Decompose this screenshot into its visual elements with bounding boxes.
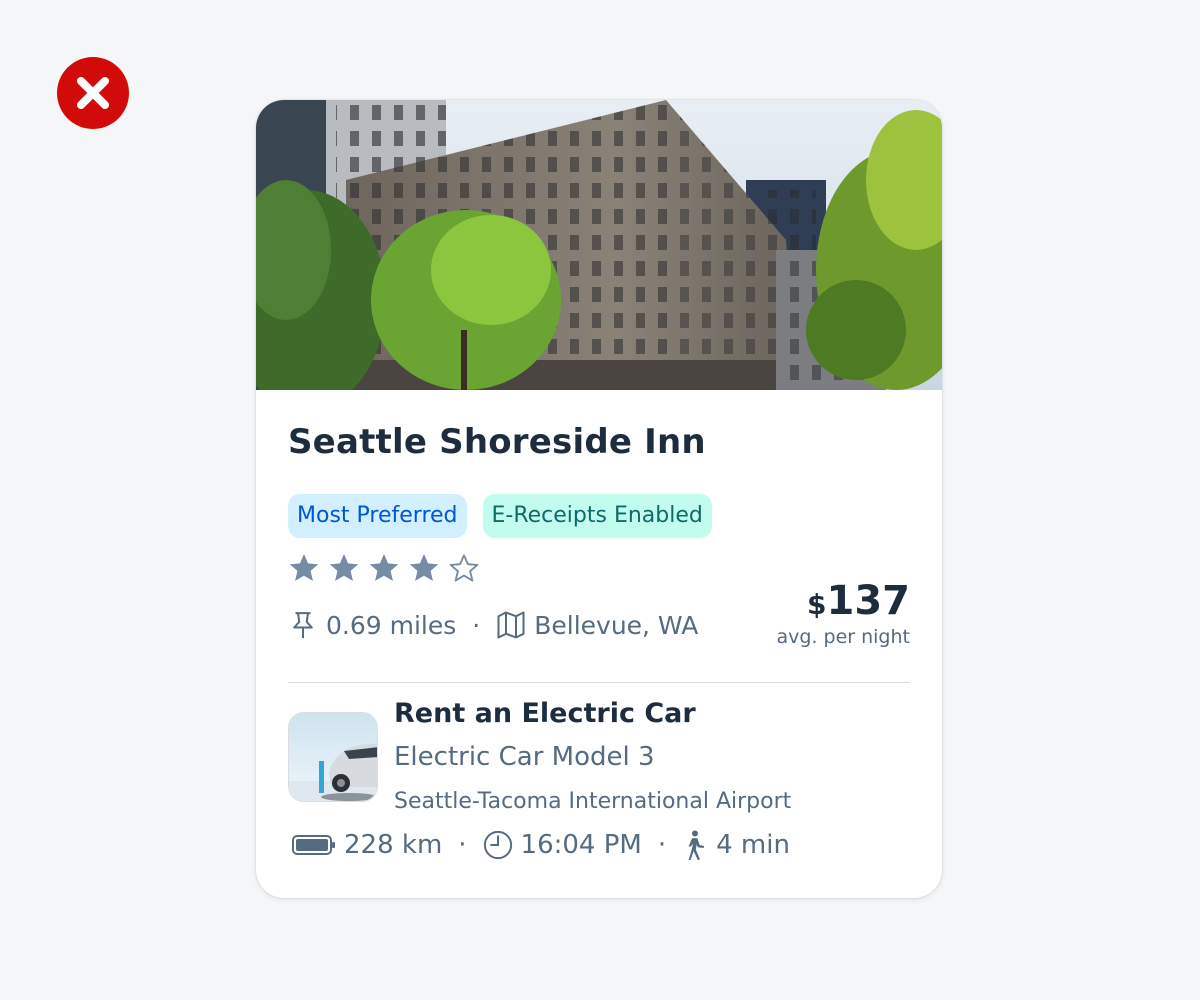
hotel-meta: 0.69 miles · Bellevue, WA: [288, 610, 698, 640]
price-caption: avg. per night: [776, 626, 910, 648]
star-filled-icon: [409, 554, 439, 581]
price-currency: $: [807, 588, 827, 621]
car-meta: 228 km · 16:04 PM · 4 min: [292, 830, 790, 860]
time-text: 16:04 PM: [520, 830, 642, 860]
separator-dot: ·: [472, 610, 481, 640]
star-filled-icon: [369, 554, 399, 581]
tag-list: Most Preferred E-Receipts Enabled: [288, 494, 712, 538]
clock-icon: [483, 830, 512, 860]
walk-time-text: 4 min: [716, 830, 790, 860]
battery-icon: [292, 835, 335, 855]
hotel-card[interactable]: Seattle Shoreside Inn Most Preferred E-R…: [256, 100, 942, 898]
separator-dot: ·: [657, 830, 667, 860]
car-offer-title[interactable]: Rent an Electric Car: [394, 698, 696, 729]
car-thumbnail: [288, 712, 378, 802]
car-pickup-location: Seattle-Tacoma International Airport: [394, 789, 792, 814]
price-block: $137 avg. per night: [776, 578, 910, 648]
most-preferred-tag: Most Preferred: [288, 494, 467, 538]
star-filled-icon: [329, 554, 359, 581]
star-empty-icon: [449, 554, 479, 582]
range-text: 228 km: [344, 830, 443, 860]
star-rating: [288, 552, 480, 584]
hotel-name: Seattle Shoreside Inn: [288, 422, 706, 462]
separator-dot: ·: [458, 830, 467, 860]
divider: [288, 682, 910, 683]
location-text: Bellevue, WA: [534, 610, 699, 640]
hotel-image: [256, 100, 942, 390]
car-model: Electric Car Model 3: [394, 742, 655, 772]
price-amount: 137: [826, 578, 911, 624]
distance-text: 0.69 miles: [326, 610, 457, 640]
star-filled-icon: [289, 554, 319, 581]
pushpin-icon: [293, 612, 313, 639]
error-icon: [57, 57, 129, 129]
walking-icon: [688, 830, 705, 860]
map-icon: [497, 611, 525, 639]
e-receipts-tag: E-Receipts Enabled: [482, 494, 712, 538]
